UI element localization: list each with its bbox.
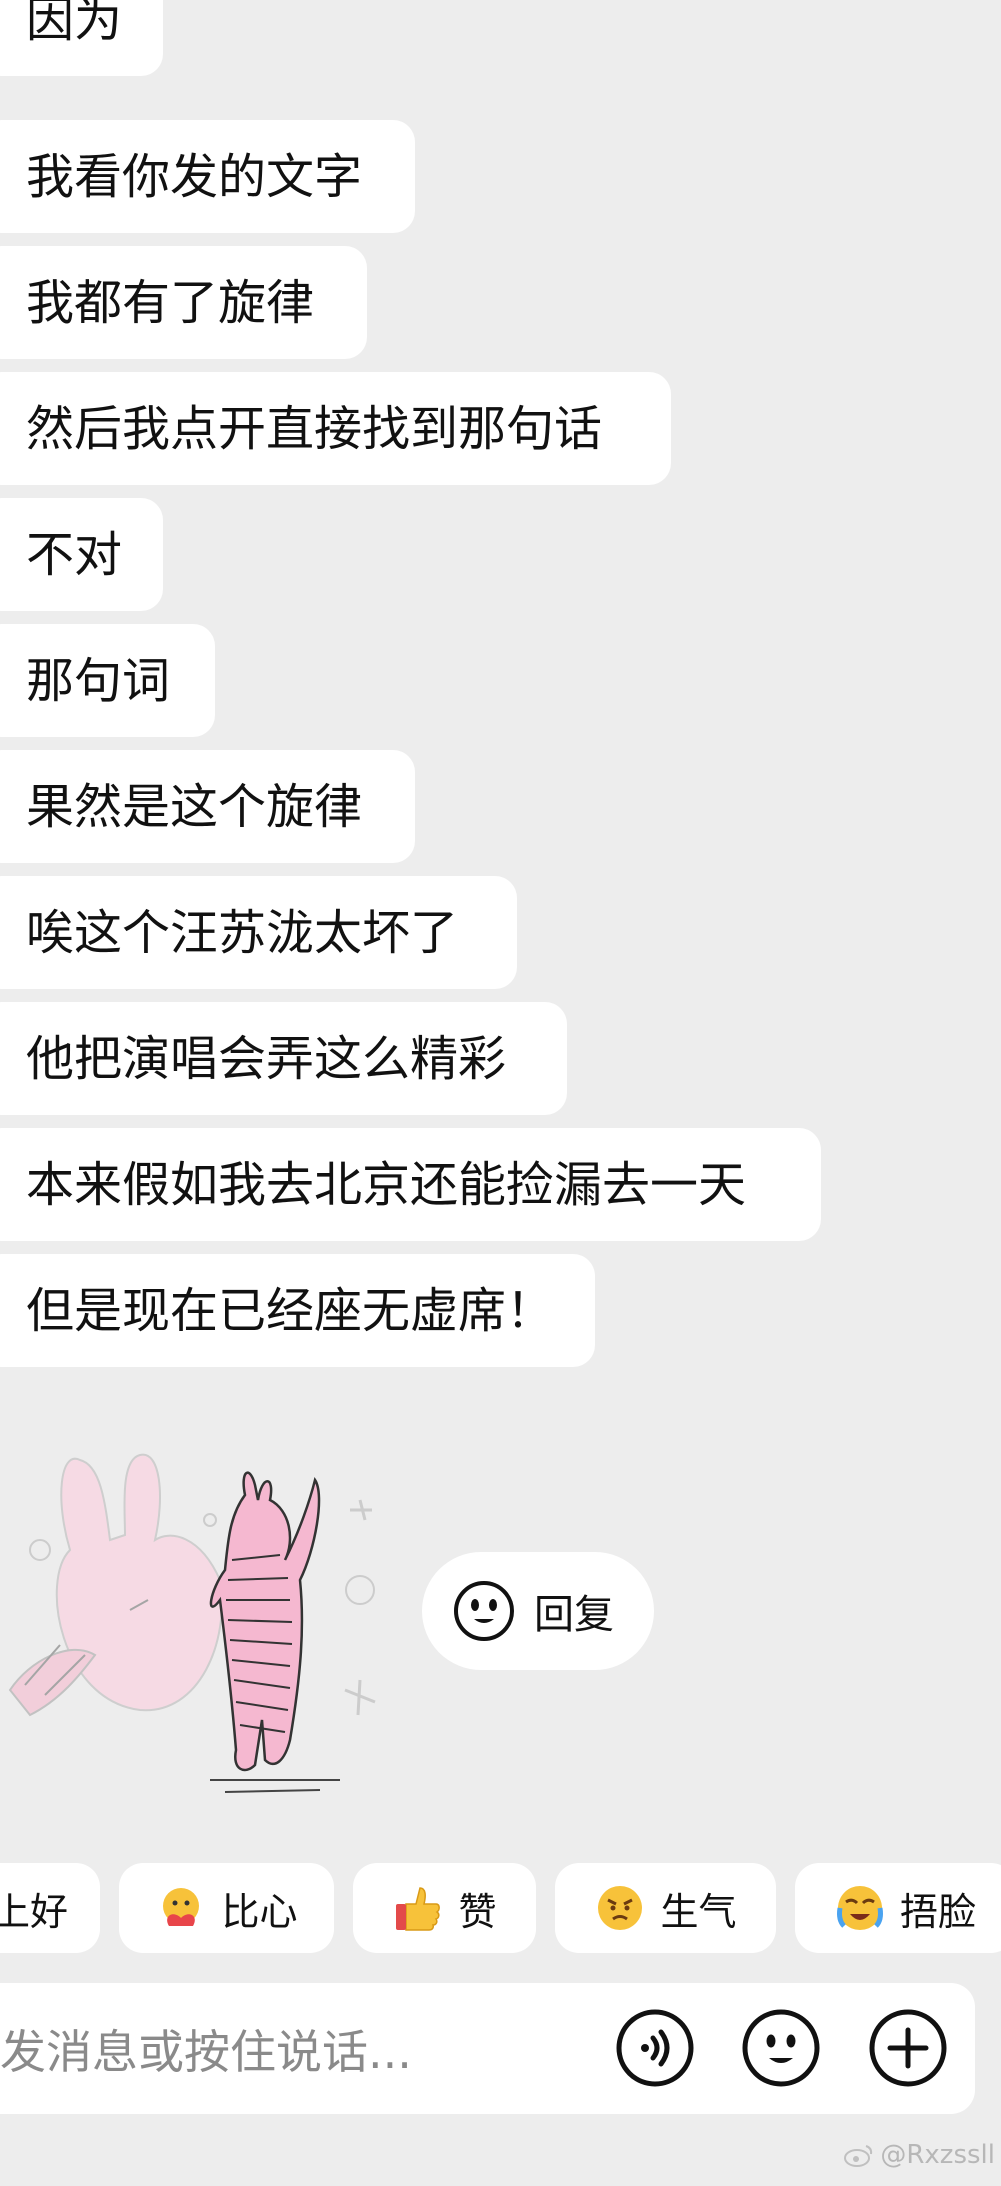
message-input-bar: 发消息或按住说话... bbox=[0, 1983, 975, 2114]
thumbs-up-emoji-icon bbox=[396, 1887, 441, 1931]
angry-face-emoji-icon bbox=[598, 1886, 643, 1930]
message-text: 不对 bbox=[26, 526, 123, 583]
chip-label: 比心 bbox=[221, 1889, 298, 1934]
watermark-text: @Rxzssll bbox=[880, 2140, 995, 2170]
message-bubble[interactable]: 因为 bbox=[0, 0, 163, 76]
chip-label: 生气 bbox=[660, 1889, 737, 1934]
message-text: 唉这个汪苏泷太坏了 bbox=[26, 904, 459, 961]
message-bubble[interactable]: 那句词 bbox=[0, 624, 215, 737]
message-bubble[interactable]: 然后我点开直接找到那句话 bbox=[0, 372, 671, 485]
rabbit-sticker-image[interactable] bbox=[0, 1440, 400, 1820]
smile-face-icon bbox=[454, 1581, 514, 1641]
message-input[interactable]: 发消息或按住说话... bbox=[0, 1983, 412, 2114]
message-text: 本来假如我去北京还能捡漏去一天 bbox=[26, 1156, 747, 1213]
heart-hands-emoji-icon bbox=[163, 1888, 200, 1926]
plus-icon[interactable] bbox=[868, 2008, 948, 2088]
watermark: @Rxzssll bbox=[844, 2140, 995, 2170]
chip-label: 上好 bbox=[0, 1889, 68, 1934]
quick-reply-row: 上好 比心 赞 生气 捂脸 bbox=[0, 1863, 1001, 1953]
message-bubble[interactable]: 不对 bbox=[0, 498, 163, 611]
message-text: 然后我点开直接找到那句话 bbox=[26, 400, 603, 457]
chip-label: 赞 bbox=[458, 1889, 497, 1934]
emoji-icon[interactable] bbox=[741, 2008, 821, 2088]
facepalm-emoji-icon bbox=[836, 1886, 883, 1930]
reply-label: 回复 bbox=[534, 1592, 614, 1638]
message-bubble[interactable]: 我都有了旋律 bbox=[0, 246, 367, 359]
message-text: 因为 bbox=[26, 0, 123, 48]
message-bubble[interactable]: 果然是这个旋律 bbox=[0, 750, 415, 863]
message-bubble[interactable]: 唉这个汪苏泷太坏了 bbox=[0, 876, 517, 989]
message-text: 那句词 bbox=[26, 652, 171, 709]
quick-reply-chip[interactable]: 赞 bbox=[353, 1863, 536, 1953]
quick-reply-chip[interactable]: 捂脸 bbox=[795, 1863, 1001, 1953]
message-text: 他把演唱会弄这么精彩 bbox=[26, 1030, 507, 1087]
message-bubble[interactable]: 我看你发的文字 bbox=[0, 120, 415, 233]
message-bubble[interactable]: 他把演唱会弄这么精彩 bbox=[0, 1002, 567, 1115]
quick-reply-chip[interactable]: 生气 bbox=[555, 1863, 776, 1953]
message-text: 我看你发的文字 bbox=[26, 148, 363, 205]
message-bubble[interactable]: 但是现在已经座无虚席！ bbox=[0, 1254, 595, 1367]
quick-reply-chip[interactable]: 比心 bbox=[119, 1863, 334, 1953]
message-text: 但是现在已经座无虚席！ bbox=[26, 1282, 555, 1339]
message-bubble[interactable]: 本来假如我去北京还能捡漏去一天 bbox=[0, 1128, 821, 1241]
quick-reply-chip[interactable]: 上好 bbox=[0, 1863, 100, 1953]
chip-label: 捂脸 bbox=[899, 1889, 976, 1934]
message-text: 果然是这个旋律 bbox=[26, 778, 363, 835]
weibo-logo-icon bbox=[844, 2145, 873, 2167]
voice-icon[interactable] bbox=[615, 2008, 695, 2088]
sticker-drawing bbox=[8, 1453, 376, 1793]
reply-button[interactable]: 回复 bbox=[422, 1552, 654, 1670]
message-text: 我都有了旋律 bbox=[26, 274, 315, 331]
